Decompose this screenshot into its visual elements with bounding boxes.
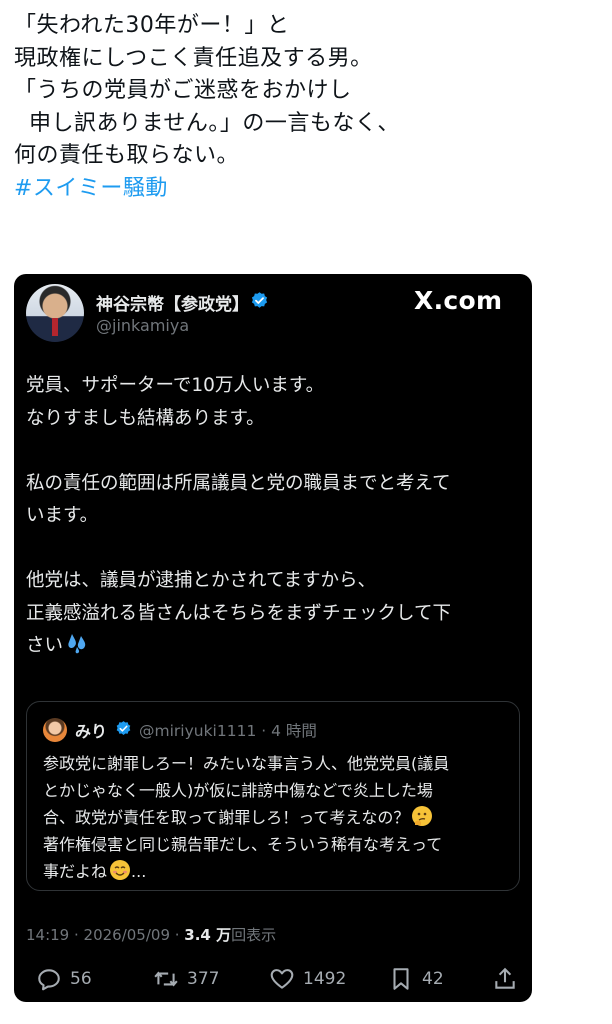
verified-badge-icon: [116, 721, 131, 735]
sweat-droplets-icon: [68, 634, 86, 654]
tweet-line: 党員、サポーターで10万人います。: [26, 375, 325, 396]
repost-icon: [154, 971, 178, 987]
tweet-line: 私の責任の範囲は所属議員と党の職員までと考えて: [26, 472, 451, 494]
tweet-line: 他党は、議員が逮捕とかされてますから、: [26, 570, 377, 591]
quote-line: とかじゃなく一般人)が仮に誹謗中傷などで炎上した場: [43, 781, 433, 800]
bookmark-icon: [393, 968, 409, 990]
tweet-text: 党員、サポーターで10万人います。 なりすましも結構あります。 私の責任の範囲は…: [26, 370, 522, 663]
share-icon: [495, 967, 515, 989]
quote-author-name[interactable]: みり: [75, 718, 107, 742]
quote-line: 合、政党が責任を取って謝罪しろ！って考えなの？: [43, 808, 410, 827]
timestamp-text[interactable]: 14:19 · 2026/05/09 ·: [26, 926, 184, 944]
tweet-actions-bar: 56 377 1492 42: [26, 964, 526, 994]
views-count: 3.4 万: [184, 926, 232, 944]
quote-line: 著作権侵害と同じ親告罪だし、そういう稀有な考えって: [43, 835, 443, 854]
quote-handle-time[interactable]: @miriyuki1111 · 4 時間: [139, 719, 317, 741]
quote-author-avatar[interactable]: [43, 718, 67, 742]
thinking-face-icon: [412, 806, 433, 826]
like-count: 1492: [303, 969, 347, 989]
tweet-line: 正義感溢れる皆さんはそちらをまずチェックして下: [26, 602, 451, 624]
reply-count: 56: [70, 969, 92, 989]
quote-line-with-emoji: 事だよね...: [43, 858, 511, 885]
caption-line: 現政権にしつこく責任追及する男。: [14, 45, 373, 71]
quote-text: 参政党に謝罪しろー！みたいな事言う人、他党党員(議員 とかじゃなく一般人)が仮に…: [43, 750, 511, 885]
page: 「失われた30年がー！」と 現政権にしつこく責任追及する男。 「うちの党員がご迷…: [0, 0, 612, 1024]
embedded-tweet-card[interactable]: 神谷宗幣【参政党】 @jinkamiya X.com 党員、サポーターで10万人…: [14, 274, 532, 1002]
caption-line: 何の責任も取らない。: [14, 143, 240, 168]
verified-badge-icon: [251, 292, 268, 308]
like-button[interactable]: 1492: [269, 964, 346, 994]
hashtag-link[interactable]: #スイミー騒動: [14, 173, 594, 206]
repost-button[interactable]: 377: [153, 964, 219, 994]
tweet-line: なりすましも結構あります。: [26, 407, 265, 429]
heart-icon: [270, 969, 294, 989]
quote-ellipsis: ...: [131, 862, 147, 881]
repost-count: 377: [187, 969, 220, 989]
reply-button[interactable]: 56: [36, 964, 92, 994]
x-com-logo[interactable]: X.com: [414, 286, 502, 315]
bookmark-button[interactable]: 42: [388, 964, 444, 994]
quoted-tweet[interactable]: みり @miriyuki1111 · 4 時間 参政党に謝罪しろー！みたいな事言…: [26, 701, 520, 891]
tweet-line: います。: [26, 505, 99, 526]
views-label: 回表示: [231, 926, 277, 944]
caption-line: 申し訳ありません。」の一言もなく、: [14, 110, 400, 136]
author-avatar[interactable]: [26, 284, 84, 342]
reply-icon: [38, 969, 60, 991]
smiling-face-icon: [110, 860, 131, 880]
caption-line: 「うちの党員がご迷惑をおかけし: [14, 78, 352, 103]
quote-line: 参政党に謝罪しろー！みたいな事言う人、他党党員(議員: [43, 754, 450, 773]
post-caption: 「失われた30年がー！」と 現政権にしつこく責任追及する男。 「うちの党員がご迷…: [14, 10, 594, 205]
quote-line-with-emoji: 合、政党が責任を取って謝罪しろ！って考えなの？: [43, 804, 511, 831]
tweet-line: さい: [26, 635, 64, 656]
author-handle[interactable]: @jinkamiya: [96, 316, 189, 335]
quote-line: 事だよね: [43, 862, 108, 881]
tweet-last-line: さい: [26, 630, 522, 663]
caption-line: 「失われた30年がー！」と: [14, 13, 290, 38]
tweet-timestamp[interactable]: 14:19 · 2026/05/09 · 3.4 万回表示: [26, 924, 276, 945]
bookmark-count: 42: [422, 969, 444, 989]
author-name[interactable]: 神谷宗幣【参政党】: [96, 290, 249, 315]
share-button[interactable]: [492, 964, 526, 994]
